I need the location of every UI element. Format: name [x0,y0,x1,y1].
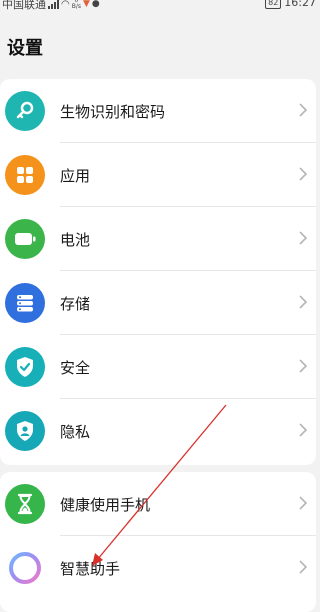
chevron-right-icon [299,103,308,117]
wifi-icon: ◠ [61,0,70,10]
settings-item-digital-balance[interactable]: 健康使用手机 [0,472,316,536]
clock: 16:27 [284,0,316,9]
settings-group-2: 健康使用手机 智慧助手 [0,472,316,612]
settings-item-storage[interactable]: 存储 [0,271,316,335]
carrier-label: 中国联通 [2,0,46,11]
key-icon [5,91,45,131]
settings-item-privacy[interactable]: 隐私 [0,399,316,463]
battery-indicator: 82 [265,0,282,9]
settings-item-security[interactable]: 安全 [0,335,316,399]
settings-group-1: 生物识别和密码 应用 电池 存储 安全 隐私 [0,79,316,465]
storage-icon [5,283,45,323]
settings-item-label: 隐私 [60,423,91,441]
chevron-right-icon [299,231,308,245]
page-title: 设置 [7,38,43,59]
privacy-icon [5,411,45,451]
network-speed: 0 B/s [71,0,81,10]
settings-item-label: 存储 [60,295,91,313]
status-left: 中国联通 ◠ 0 B/s ▼ ● [2,0,100,12]
chevron-right-icon [299,496,308,510]
chevron-right-icon [299,167,308,181]
status-bar: 中国联通 ◠ 0 B/s ▼ ● 82 16:27 [0,0,316,18]
chevron-right-icon [299,359,308,373]
chevron-right-icon [299,295,308,309]
settings-item-biometrics[interactable]: 生物识别和密码 [0,79,316,143]
speed-unit: B/s [71,3,81,10]
apps-grid-icon [5,155,45,195]
settings-item-label: 电池 [60,231,91,249]
settings-item-label: 应用 [60,167,91,185]
shield-check-icon [5,347,45,387]
chevron-right-icon [299,423,308,437]
hourglass-icon [5,484,45,524]
assistant-ring-icon [5,548,45,588]
battery-icon [5,219,45,259]
settings-item-battery[interactable]: 电池 [0,207,316,271]
settings-item-label: 生物识别和密码 [60,103,166,121]
chevron-right-icon [299,560,308,574]
settings-item-label: 健康使用手机 [60,496,151,514]
settings-item-label: 安全 [60,359,91,377]
chat-bubble-icon: ● [91,0,100,9]
status-right: 82 16:27 [265,0,316,9]
settings-item-smart-assistant[interactable]: 智慧助手 [0,536,316,600]
settings-item-apps[interactable]: 应用 [0,143,316,207]
settings-item-label: 智慧助手 [60,560,121,578]
notification-icon: ▼ [83,0,90,9]
signal-icon [48,0,59,9]
